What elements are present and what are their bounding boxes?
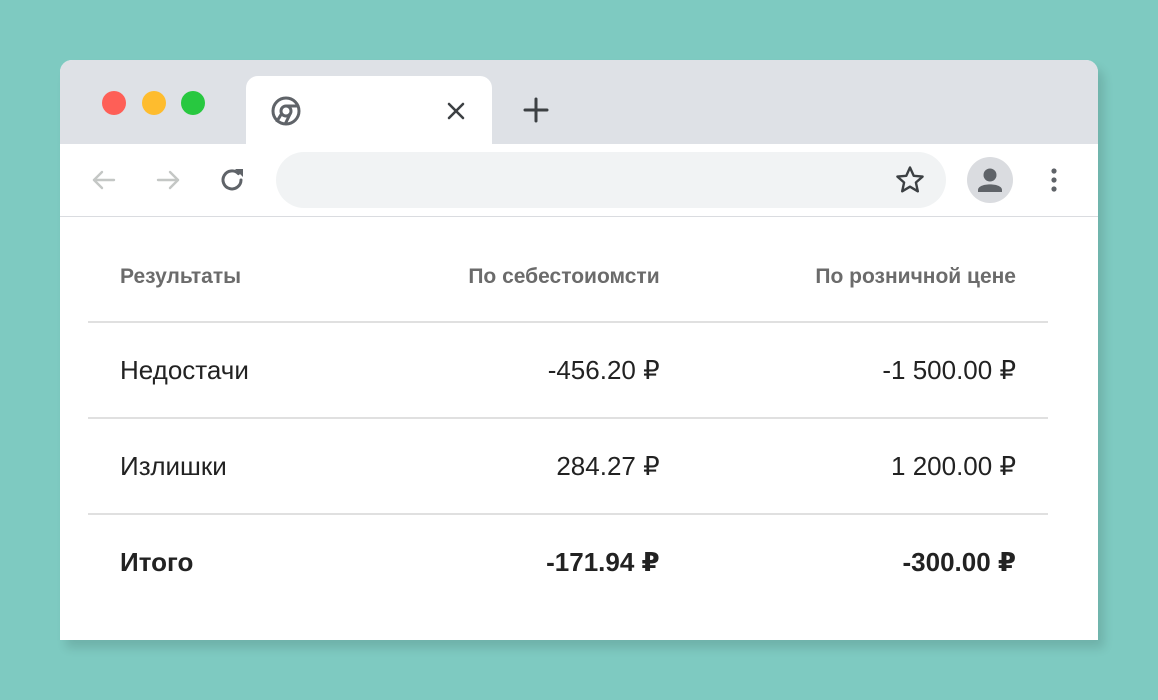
profile-icon bbox=[978, 168, 1002, 192]
forward-arrow-icon[interactable] bbox=[152, 164, 184, 196]
table-header-row: Результаты По себестоиомсти По розничной… bbox=[88, 233, 1048, 323]
column-header-results: Результаты bbox=[88, 233, 348, 323]
reload-icon[interactable] bbox=[216, 164, 248, 196]
results-table: Результаты По себестоиомсти По розничной… bbox=[88, 233, 1048, 609]
retail-value: -1 500.00 ₽ bbox=[691, 322, 1048, 419]
close-window-button[interactable] bbox=[102, 91, 126, 115]
retail-value: 1 200.00 ₽ bbox=[691, 418, 1048, 515]
total-cost-value: -171.94 ₽ bbox=[546, 546, 660, 577]
star-icon[interactable] bbox=[894, 164, 926, 196]
total-retail-value: -300.00 ₽ bbox=[902, 546, 1017, 577]
minimize-window-button[interactable] bbox=[142, 91, 166, 115]
profile-button[interactable] bbox=[967, 157, 1013, 203]
active-tab[interactable] bbox=[246, 76, 492, 146]
table-row: Недостачи -456.20 ₽ -1 500.00 ₽ bbox=[88, 322, 1048, 419]
toolbar bbox=[60, 144, 1098, 217]
column-header-retail: По розничной цене bbox=[691, 233, 1048, 323]
page-content: Результаты По себестоиомсти По розничной… bbox=[60, 217, 1098, 640]
back-arrow-icon[interactable] bbox=[88, 164, 120, 196]
more-vert-icon[interactable] bbox=[1038, 164, 1070, 196]
row-label: Излишки bbox=[88, 418, 348, 515]
total-label: Итого bbox=[120, 546, 194, 577]
row-label: Недостачи bbox=[88, 322, 348, 419]
chrome-icon bbox=[271, 96, 301, 126]
cost-value: -456.20 ₽ bbox=[347, 322, 692, 419]
table-row: Излишки 284.27 ₽ 1 200.00 ₽ bbox=[88, 418, 1048, 515]
close-icon[interactable] bbox=[440, 95, 472, 127]
total-row: Итого -171.94 ₽ -300.00 ₽ bbox=[88, 514, 1048, 609]
address-bar[interactable] bbox=[276, 152, 946, 208]
column-header-cost: По себестоиомсти bbox=[347, 233, 692, 323]
cost-value: 284.27 ₽ bbox=[347, 418, 692, 515]
tab-strip bbox=[60, 60, 1098, 146]
maximize-window-button[interactable] bbox=[181, 91, 205, 115]
browser-window: Результаты По себестоиомсти По розничной… bbox=[60, 60, 1098, 640]
plus-icon[interactable] bbox=[520, 94, 552, 126]
